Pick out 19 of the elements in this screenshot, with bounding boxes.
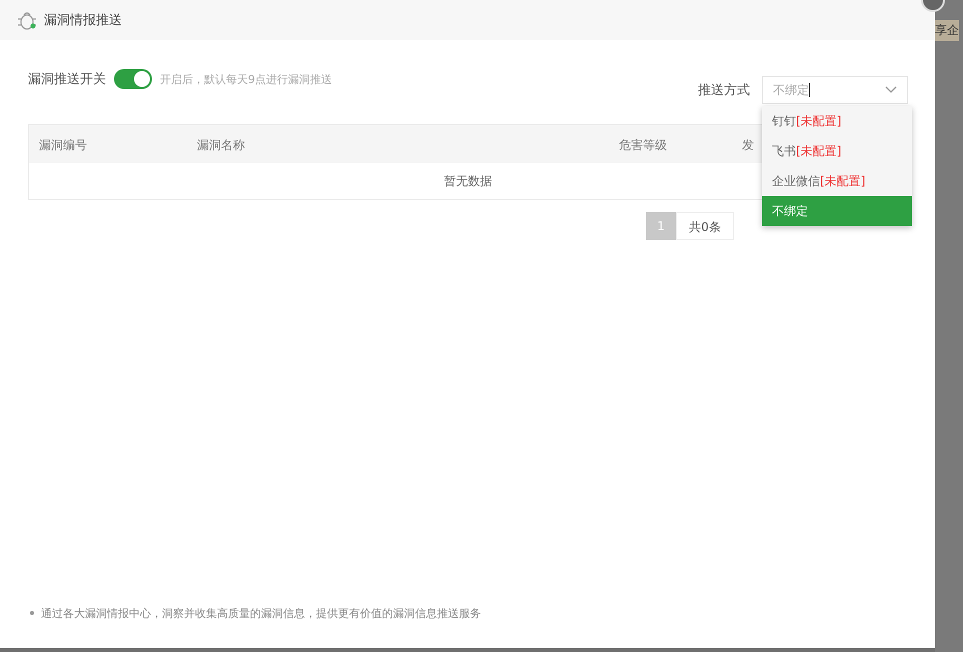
switch-hint: 开启后，默认每天9点进行漏洞推送 — [160, 72, 332, 86]
note-text: 通过各大漏洞情报中心，洞察并收集高质量的漏洞信息，提供更有价值的漏洞信息推送服务 — [41, 606, 481, 620]
empty-text: 暂无数据 — [444, 172, 492, 190]
dialog-title: 漏洞情报推送 — [44, 12, 122, 29]
push-method-label: 推送方式 — [698, 82, 750, 99]
total-count: 共0条 — [676, 212, 734, 240]
toggle-switch[interactable] — [114, 69, 152, 89]
dropdown-option[interactable]: 企业微信[未配置] — [762, 166, 912, 196]
column-header: 漏洞名称 — [197, 137, 245, 154]
dropdown-option[interactable]: 不绑定 — [762, 196, 912, 226]
bullet-icon — [30, 611, 34, 615]
column-header: 漏洞编号 — [39, 137, 87, 154]
dropdown-option[interactable]: 钉钉[未配置] — [762, 106, 912, 136]
column-header: 危害等级 — [619, 137, 667, 154]
dropdown-option[interactable]: 飞书[未配置] — [762, 136, 912, 166]
switch-label: 漏洞推送开关 — [28, 71, 106, 88]
column-header: 发 — [742, 137, 754, 154]
background-text: 享企 — [935, 20, 959, 41]
caret-icon — [885, 86, 897, 94]
